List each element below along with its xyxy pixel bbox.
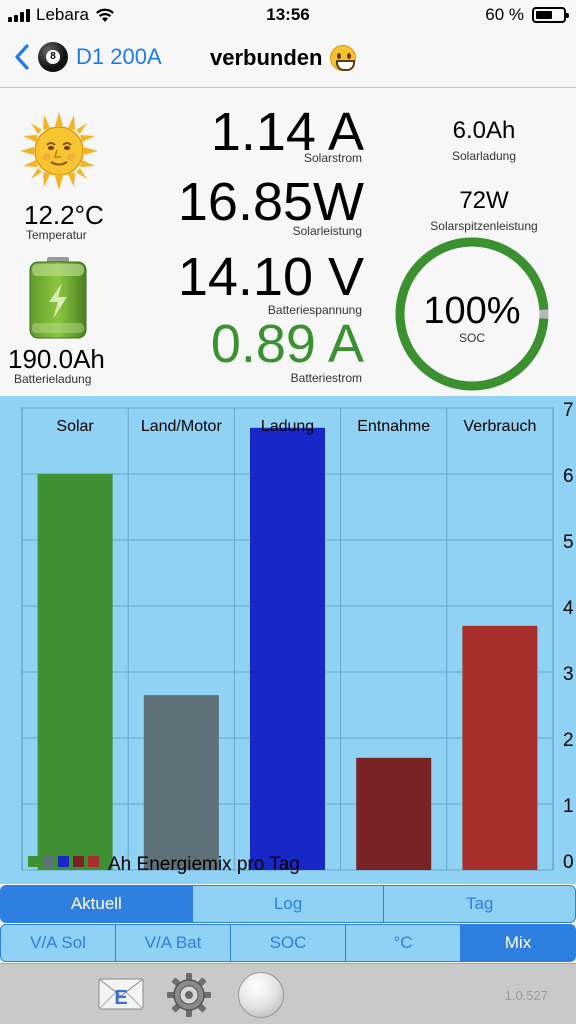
soc-label: SOC xyxy=(458,331,485,345)
connection-status-text: verbunden xyxy=(210,45,323,70)
chart-tabs: V/A Sol V/A Bat SOC °C Mix xyxy=(0,924,576,962)
tab-aktuell[interactable]: Aktuell xyxy=(0,885,193,923)
battery-charging-icon xyxy=(29,257,87,339)
chart-tab-v-a-sol[interactable]: V/A Sol xyxy=(0,924,116,962)
bar-solar xyxy=(37,474,113,870)
soc-value: 100% xyxy=(423,290,521,332)
chart-tab-mix[interactable]: Mix xyxy=(460,924,576,962)
bar-verbrauch xyxy=(462,625,538,870)
bar-ladung xyxy=(250,427,325,870)
sun-icon xyxy=(20,112,98,190)
bar-entnahme xyxy=(356,757,432,870)
battery-charge-value: 190.0Ah xyxy=(8,344,105,374)
y-tick-label: 2 xyxy=(563,730,574,751)
gear-icon[interactable] xyxy=(166,972,212,1018)
grinning-face-icon xyxy=(330,45,357,71)
navigation-bar: 8 D1 200A verbunden xyxy=(0,30,576,88)
back-button[interactable]: 8 D1 200A xyxy=(14,42,162,72)
battery-charge-label: Batterieladung xyxy=(14,372,92,386)
connection-status: verbunden xyxy=(210,45,357,71)
solar-peak-value: 72W xyxy=(459,187,509,214)
legend-swatch xyxy=(88,856,99,867)
bottom-toolbar: E 1.0.527 xyxy=(0,963,576,1024)
chevron-left-icon xyxy=(15,44,29,70)
tab-log[interactable]: Log xyxy=(191,885,385,923)
chart-tab-v-a-bat[interactable]: V/A Bat xyxy=(115,924,231,962)
battery-group: 60 % xyxy=(485,5,569,25)
bar-land-motor xyxy=(143,695,219,870)
device-name: D1 200A xyxy=(76,44,162,69)
category-label: Verbrauch xyxy=(463,418,536,435)
temperature-label: Temperatur xyxy=(26,228,87,242)
battery-current-label: Batteriestrom xyxy=(290,371,362,385)
battery-percent: 60 % xyxy=(485,5,524,24)
billiard-8-ball-icon: 8 xyxy=(38,42,68,72)
solar-charge-label: Solarladung xyxy=(451,149,517,163)
category-label: Entnahme xyxy=(357,418,430,435)
y-tick-label: 1 xyxy=(563,796,574,817)
solar-power-value: 16.85W xyxy=(177,172,364,232)
battery-icon xyxy=(532,7,569,23)
category-label: Solar xyxy=(56,418,94,435)
mail-letter: E xyxy=(114,987,127,1009)
energy-mix-chart: 0 1 2 3 4 5 6 7 Solar Land/Motor Ladung Entnahme Ver… xyxy=(0,396,576,884)
tab-tag[interactable]: Tag xyxy=(383,885,576,923)
y-tick-label: 6 xyxy=(563,466,574,487)
solar-peak-label: Solarspitzenleistung xyxy=(430,219,538,233)
y-tick-label: 0 xyxy=(563,852,574,873)
y-tick-label: 5 xyxy=(563,532,574,553)
solar-power-label: Solarleistung xyxy=(292,224,362,238)
status-ball-icon[interactable] xyxy=(238,972,284,1018)
energy-mix-chart-svg: 0 1 2 3 4 5 6 7 Solar Land/Motor Ladung Entnahme Ver… xyxy=(0,396,576,884)
legend-swatch xyxy=(43,856,54,867)
app-version: 1.0.527 xyxy=(504,988,548,1003)
y-tick-label: 7 xyxy=(563,400,574,421)
y-tick-label: 3 xyxy=(563,664,574,685)
mail-icon[interactable]: E xyxy=(98,978,144,1010)
legend-label: Ah Energiemix pro Tag xyxy=(108,854,300,875)
solar-charge-value: 6.0Ah xyxy=(452,117,516,144)
category-label: Land/Motor xyxy=(141,418,223,435)
battery-voltage-value: 14.10 V xyxy=(177,247,364,307)
legend-swatch xyxy=(73,856,84,867)
y-tick-label: 4 xyxy=(563,598,574,619)
solar-current-label: Solarstrom xyxy=(303,151,362,165)
category-label: Ladung xyxy=(261,418,314,435)
legend-swatch xyxy=(28,856,39,867)
battery-current-value: 0.89 A xyxy=(210,314,364,374)
view-tabs: Aktuell Log Tag xyxy=(0,885,576,923)
temperature-value: 12.2°C xyxy=(24,200,104,230)
chart-tab-c[interactable]: °C xyxy=(345,924,461,962)
status-bar: Lebara 13:56 60 % xyxy=(0,0,576,30)
chart-tab-soc[interactable]: SOC xyxy=(230,924,346,962)
legend-swatch xyxy=(58,856,69,867)
